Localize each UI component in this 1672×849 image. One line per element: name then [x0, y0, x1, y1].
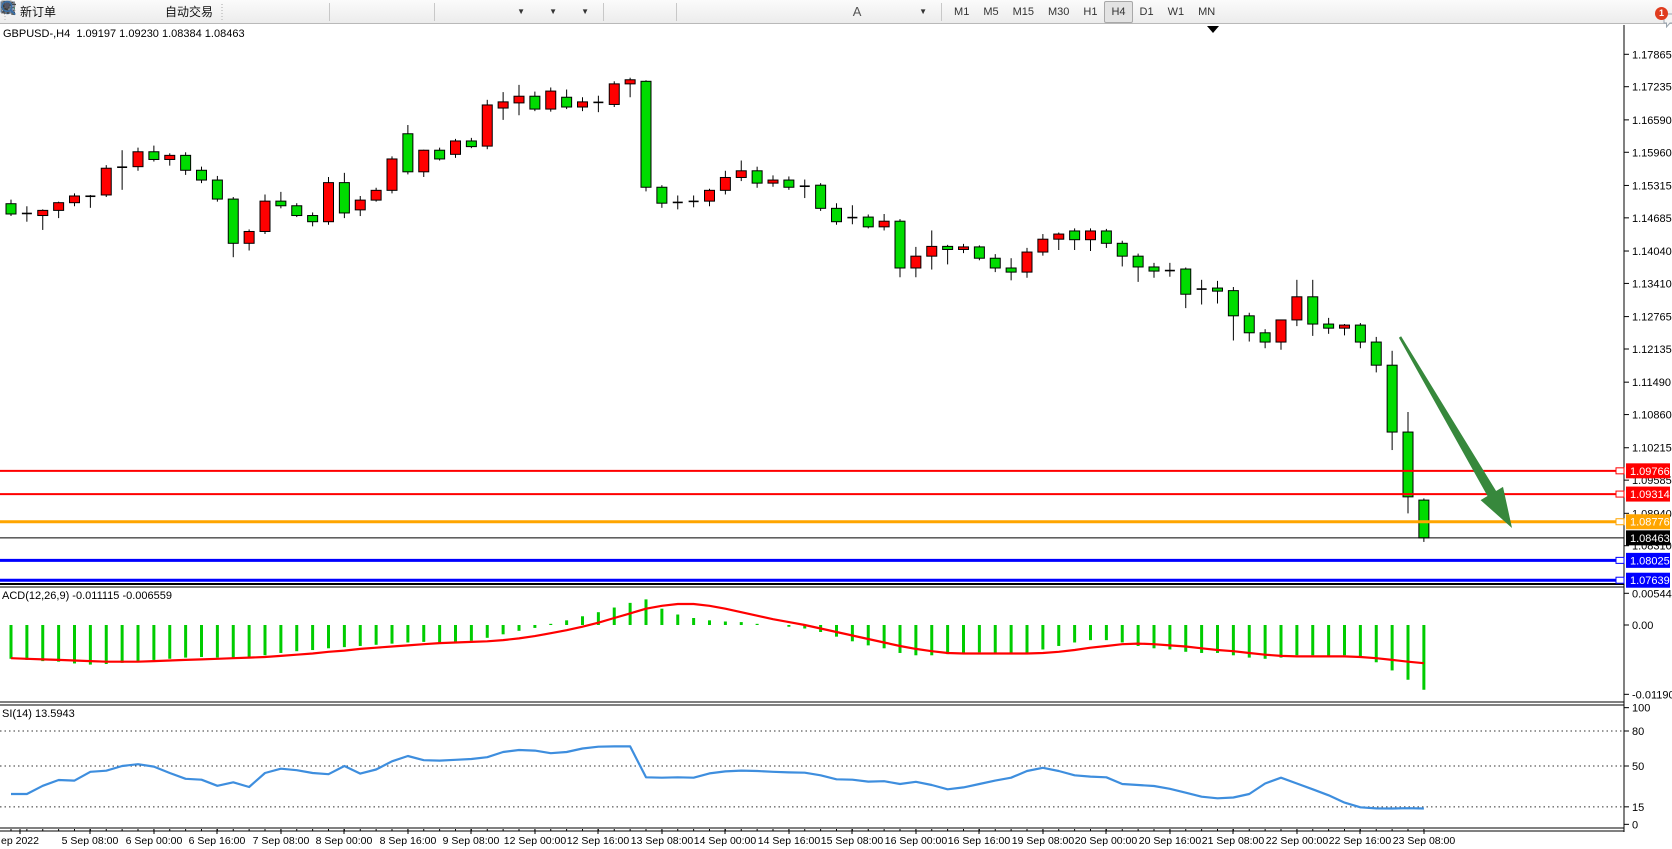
rsi-indicator-label: SI(14) 13.5943: [2, 708, 75, 720]
svg-text:21 Sep 08:00: 21 Sep 08:00: [1202, 835, 1265, 847]
svg-text:19 Sep 08:00: 19 Sep 08:00: [1012, 835, 1075, 847]
svg-text:20 Sep 00:00: 20 Sep 00:00: [1075, 835, 1138, 847]
svg-text:1.08463: 1.08463: [1630, 533, 1670, 545]
svg-text:1.09314: 1.09314: [1630, 489, 1670, 501]
svg-text:7 Sep 08:00: 7 Sep 08:00: [253, 835, 310, 847]
svg-text:20 Sep 16:00: 20 Sep 16:00: [1139, 835, 1202, 847]
mt4-window: 新订单 自动交易 ▼ ▼ ▼ E F A T ▼: [0, 0, 1672, 849]
svg-text:1.10860: 1.10860: [1632, 410, 1672, 422]
svg-text:22 Sep 00:00: 22 Sep 00:00: [1266, 835, 1329, 847]
svg-text:1.12135: 1.12135: [1632, 344, 1672, 356]
svg-text:1.10215: 1.10215: [1632, 443, 1672, 455]
svg-text:15: 15: [1632, 802, 1644, 814]
svg-text:1.15960: 1.15960: [1632, 147, 1672, 159]
svg-text:15 Sep 08:00: 15 Sep 08:00: [821, 835, 884, 847]
macd-indicator-label: ACD(12,26,9) -0.011115 -0.006559: [2, 590, 172, 602]
svg-text:1.16590: 1.16590: [1632, 115, 1672, 127]
svg-text:-0.011903: -0.011903: [1632, 689, 1672, 701]
svg-text:6 Sep 00:00: 6 Sep 00:00: [126, 835, 183, 847]
svg-text:16 Sep 00:00: 16 Sep 00:00: [885, 835, 948, 847]
svg-text:8 Sep 00:00: 8 Sep 00:00: [316, 835, 373, 847]
svg-text:14 Sep 16:00: 14 Sep 16:00: [758, 835, 821, 847]
svg-text:50: 50: [1632, 761, 1644, 773]
svg-text:16 Sep 16:00: 16 Sep 16:00: [948, 835, 1011, 847]
svg-text:80: 80: [1632, 726, 1644, 738]
svg-text:1.12765: 1.12765: [1632, 312, 1672, 324]
down-arrow-annotation: [1399, 336, 1512, 528]
svg-text:12 Sep 16:00: 12 Sep 16:00: [567, 835, 630, 847]
svg-text:0.00: 0.00: [1632, 620, 1653, 632]
svg-text:1.17865: 1.17865: [1632, 49, 1672, 61]
svg-text:13 Sep 08:00: 13 Sep 08:00: [631, 835, 694, 847]
chart-symbol-ohlc-label: GBPUSD-,H4 1.09197 1.09230 1.08384 1.084…: [3, 28, 245, 40]
svg-text:100: 100: [1632, 703, 1650, 715]
price-chart-canvas[interactable]: 1.17865 1.17235 1.16590 1.15960 1.15315 1.146…: [0, 0, 1672, 849]
svg-text:8 Sep 16:00: 8 Sep 16:00: [380, 835, 437, 847]
svg-text:6 Sep 16:00: 6 Sep 16:00: [189, 835, 246, 847]
svg-text:23 Sep 08:00: 23 Sep 08:00: [1393, 835, 1456, 847]
svg-text:1.09766: 1.09766: [1630, 466, 1670, 478]
svg-text:1.15315: 1.15315: [1632, 180, 1672, 192]
svg-text:1.07639: 1.07639: [1630, 575, 1670, 587]
svg-text:1.14685: 1.14685: [1632, 213, 1672, 225]
svg-text:12 Sep 00:00: 12 Sep 00:00: [504, 835, 567, 847]
svg-text:0: 0: [1632, 819, 1638, 831]
svg-text:1.17235: 1.17235: [1632, 82, 1672, 94]
svg-text:9 Sep 08:00: 9 Sep 08:00: [443, 835, 500, 847]
svg-text:1.13410: 1.13410: [1632, 278, 1672, 290]
svg-text:1.08025: 1.08025: [1630, 555, 1670, 567]
svg-text:1.14040: 1.14040: [1632, 246, 1672, 258]
svg-text:0.005444: 0.005444: [1632, 588, 1672, 600]
svg-text:1.11490: 1.11490: [1632, 377, 1671, 389]
svg-text:1.08776: 1.08776: [1630, 517, 1670, 529]
svg-text:22 Sep 16:00: 22 Sep 16:00: [1329, 835, 1392, 847]
svg-text:ep 2022: ep 2022: [1, 835, 39, 847]
svg-text:14 Sep 00:00: 14 Sep 00:00: [694, 835, 757, 847]
svg-text:5 Sep 08:00: 5 Sep 08:00: [62, 835, 119, 847]
